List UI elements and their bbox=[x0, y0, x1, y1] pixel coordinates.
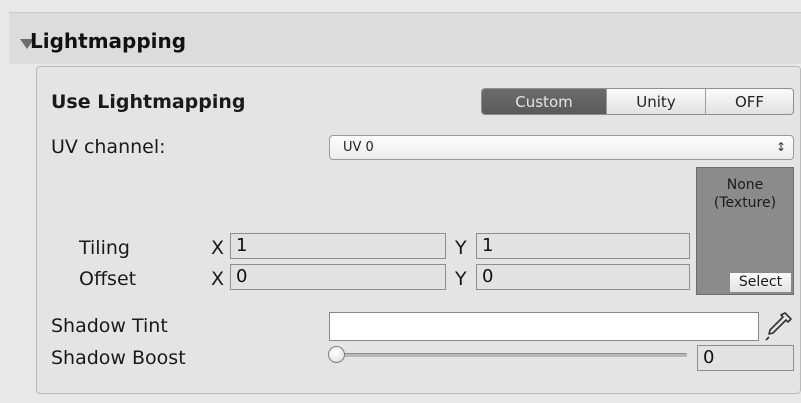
texture-slot-label: None (Texture) bbox=[697, 176, 793, 212]
shadow-tint-color-field[interactable] bbox=[329, 312, 759, 341]
texture-slot[interactable]: None (Texture) Select bbox=[696, 167, 794, 295]
offset-label: Offset bbox=[79, 268, 137, 290]
tiling-x-label: X bbox=[211, 237, 225, 259]
tiling-x-field[interactable]: 1 bbox=[230, 233, 446, 259]
mode-custom-button[interactable]: Custom bbox=[482, 89, 607, 114]
tiling-y-field[interactable]: 1 bbox=[476, 233, 690, 259]
shadow-boost-slider-thumb[interactable] bbox=[328, 346, 345, 363]
uv-channel-dropdown[interactable]: UV 0 ↕ bbox=[329, 135, 794, 160]
inspector-root: Lightmapping Use Lightmapping Custom Uni… bbox=[0, 0, 801, 403]
offset-x-field[interactable]: 0 bbox=[230, 264, 446, 290]
uv-channel-label: UV channel: bbox=[51, 136, 166, 158]
use-lightmapping-label: Use Lightmapping bbox=[51, 91, 246, 113]
uv-channel-value: UV 0 bbox=[343, 140, 374, 155]
tiling-label: Tiling bbox=[79, 237, 130, 259]
offset-y-label: Y bbox=[455, 268, 467, 290]
lightmapping-panel bbox=[36, 66, 801, 394]
lightmapping-mode-toggle: Custom Unity OFF bbox=[481, 88, 794, 115]
texture-select-button[interactable]: Select bbox=[729, 272, 792, 293]
offset-y-field[interactable]: 0 bbox=[476, 264, 690, 290]
shadow-boost-value-field[interactable]: 0 bbox=[697, 345, 794, 371]
texture-none-text: None bbox=[726, 177, 764, 193]
dropdown-arrows-icon: ↕ bbox=[775, 140, 786, 154]
eyedropper-icon[interactable] bbox=[763, 309, 795, 343]
offset-x-label: X bbox=[211, 268, 225, 290]
tiling-y-label: Y bbox=[455, 237, 467, 259]
mode-off-button[interactable]: OFF bbox=[706, 89, 793, 114]
texture-type-text: (Texture) bbox=[713, 195, 777, 211]
section-title[interactable]: Lightmapping bbox=[30, 29, 186, 53]
mode-unity-button[interactable]: Unity bbox=[607, 89, 706, 114]
shadow-tint-label: Shadow Tint bbox=[51, 315, 168, 337]
shadow-boost-label: Shadow Boost bbox=[51, 347, 186, 369]
shadow-boost-slider-track[interactable] bbox=[339, 353, 687, 357]
